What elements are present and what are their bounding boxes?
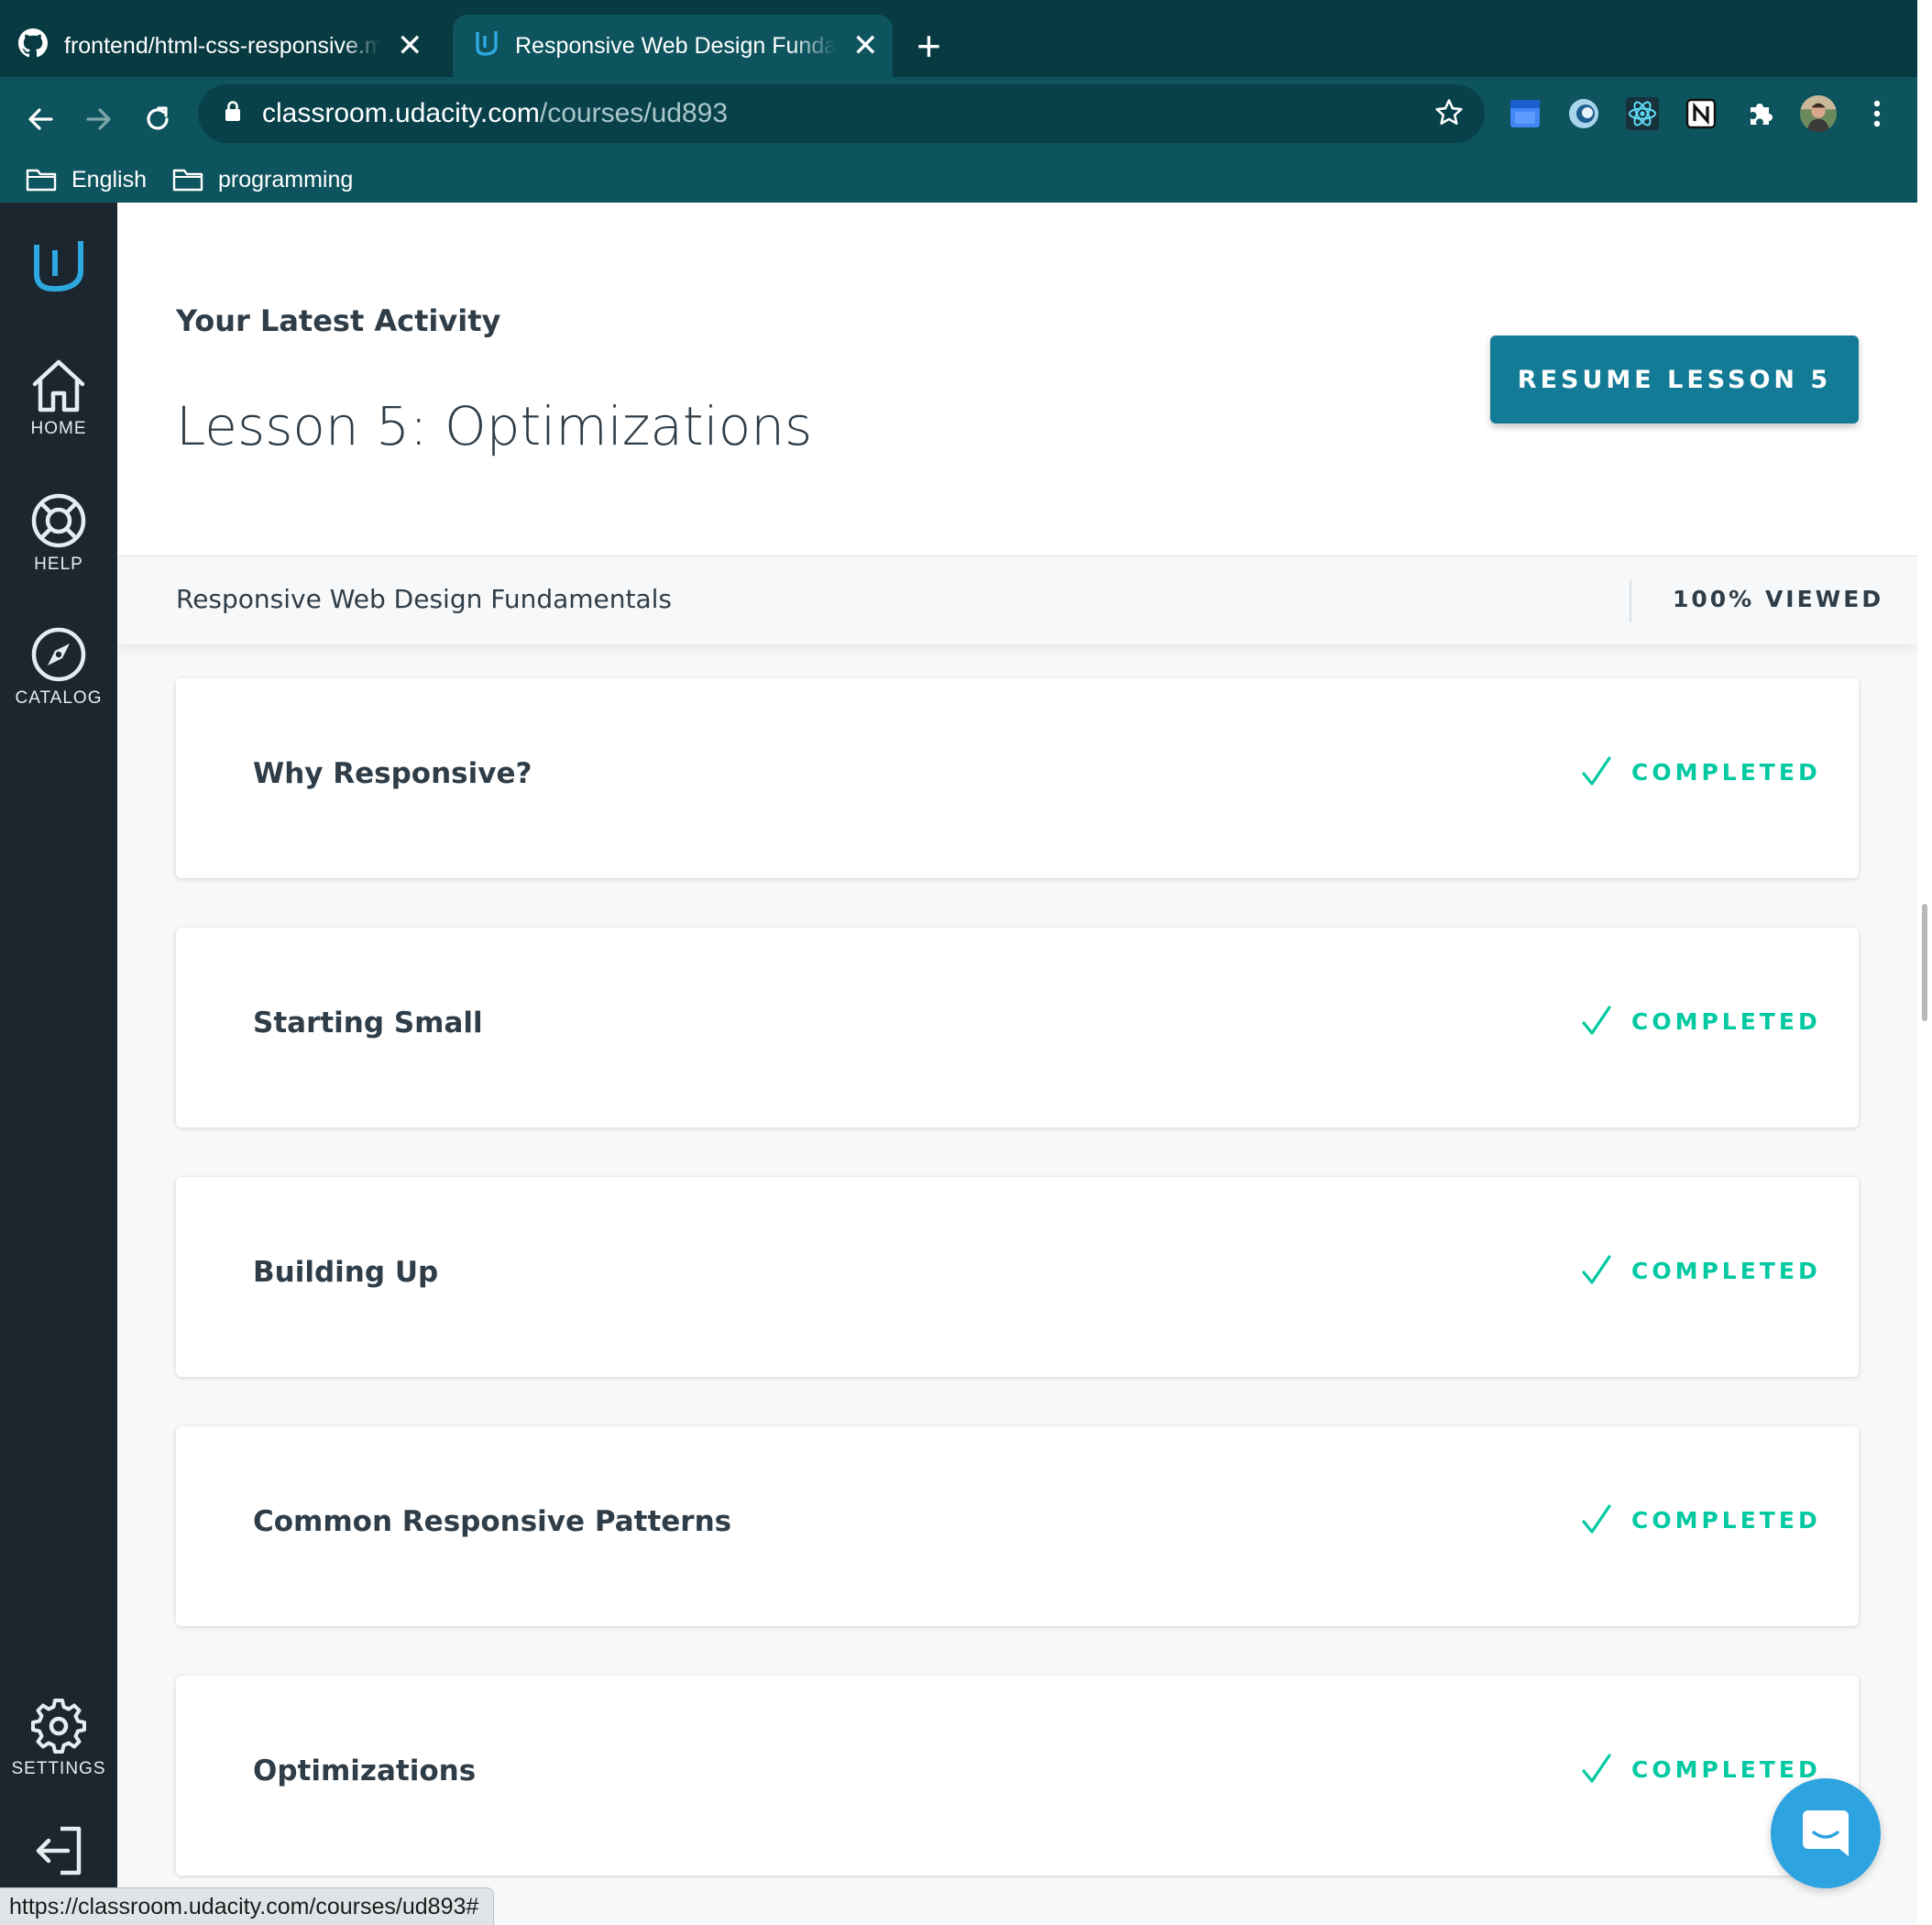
sidebar-item-label: HELP bbox=[34, 555, 83, 574]
notion-icon[interactable] bbox=[1683, 95, 1719, 132]
sidebar-item-label: CATALOG bbox=[15, 688, 103, 708]
main-content: Your Latest Activity Lesson 5: Optimizat… bbox=[117, 203, 1917, 1925]
sidebar-item-label: SETTINGS bbox=[11, 1759, 106, 1778]
checkmark-icon bbox=[1582, 1006, 1611, 1035]
url-path: /courses/ud893 bbox=[539, 98, 729, 128]
tab-title: Responsive Web Design Fundamentals bbox=[515, 32, 836, 59]
react-devtools-icon[interactable] bbox=[1624, 95, 1661, 132]
resume-lesson-button[interactable]: RESUME LESSON 5 bbox=[1490, 336, 1859, 424]
checkmark-icon bbox=[1582, 1255, 1611, 1284]
lesson-status-label: COMPLETED bbox=[1631, 1007, 1821, 1035]
compass-icon bbox=[31, 627, 86, 682]
latest-activity-panel: Your Latest Activity Lesson 5: Optimizat… bbox=[117, 203, 1917, 556]
lesson-title: Building Up bbox=[253, 1256, 439, 1289]
lesson-status: COMPLETED bbox=[1580, 1753, 1821, 1786]
lifebuoy-icon bbox=[31, 493, 86, 548]
bookmark-label: English bbox=[71, 166, 147, 192]
latest-lesson-title: Lesson 5: Optimizations bbox=[176, 395, 813, 457]
google-calendar-icon[interactable] bbox=[1507, 95, 1543, 132]
lesson-card[interactable]: Building Up COMPLETED bbox=[176, 1177, 1859, 1377]
lesson-status: COMPLETED bbox=[1580, 1254, 1821, 1287]
lesson-status-label: COMPLETED bbox=[1631, 758, 1821, 786]
chat-icon bbox=[1803, 1810, 1849, 1856]
udacity-logo-icon bbox=[34, 241, 83, 292]
sidebar-item-logout[interactable] bbox=[0, 1825, 117, 1882]
forward-button[interactable] bbox=[73, 94, 125, 145]
folder-icon bbox=[26, 169, 57, 192]
chat-launcher-button[interactable] bbox=[1771, 1778, 1881, 1888]
sidebar: HOME HELP CATALOG SETTINGS bbox=[0, 203, 117, 1925]
new-tab-button[interactable]: + bbox=[917, 20, 941, 72]
lesson-status-label: COMPLETED bbox=[1631, 1257, 1821, 1284]
udacity-icon bbox=[473, 28, 500, 64]
github-icon bbox=[18, 28, 48, 64]
tab-close-icon[interactable]: ✕ bbox=[852, 30, 879, 61]
lesson-status: COMPLETED bbox=[1580, 1503, 1821, 1536]
arrow-right-icon bbox=[86, 108, 111, 130]
lesson-status: COMPLETED bbox=[1580, 755, 1821, 788]
sidebar-item-help[interactable]: HELP bbox=[0, 492, 117, 575]
tab-github[interactable]: frontend/html-css-responsive.md ✕ bbox=[18, 15, 449, 77]
course-viewed-status: 100% VIEWED bbox=[1673, 586, 1884, 612]
logout-icon bbox=[36, 1826, 82, 1876]
puzzle-icon[interactable] bbox=[1741, 95, 1778, 132]
tab-close-icon[interactable]: ✕ bbox=[397, 30, 423, 61]
url-host: classroom.udacity.com bbox=[262, 98, 540, 128]
lesson-card[interactable]: Optimizations COMPLETED bbox=[176, 1676, 1859, 1876]
bookmark-folder-english[interactable]: English bbox=[26, 167, 147, 193]
address-bar[interactable]: classroom.udacity.com /courses/ud893 bbox=[198, 84, 1485, 143]
reload-icon bbox=[147, 106, 169, 130]
bookmarks-bar: English programming bbox=[0, 152, 353, 207]
lock-icon bbox=[224, 98, 242, 129]
bookmark-folder-programming[interactable]: programming bbox=[172, 167, 353, 193]
lesson-status-label: COMPLETED bbox=[1631, 1755, 1821, 1783]
bookmark-label: programming bbox=[218, 166, 354, 192]
home-icon bbox=[32, 359, 85, 412]
checkmark-icon bbox=[1582, 1754, 1611, 1783]
gear-icon bbox=[31, 1699, 86, 1754]
udacity-logo[interactable] bbox=[0, 236, 117, 302]
circle-extension-icon[interactable] bbox=[1565, 95, 1602, 132]
tab-title: frontend/html-css-responsive.md bbox=[64, 32, 380, 59]
tab-udacity[interactable]: Responsive Web Design Fundamentals ✕ bbox=[453, 15, 893, 77]
course-name: Responsive Web Design Fundamentals bbox=[176, 584, 672, 614]
lesson-status-label: COMPLETED bbox=[1631, 1506, 1821, 1534]
browser-toolbar: classroom.udacity.com /courses/ud893 Eng… bbox=[0, 77, 1917, 220]
lesson-card[interactable]: Why Responsive? COMPLETED bbox=[176, 678, 1859, 878]
arrow-left-icon bbox=[28, 108, 53, 130]
latest-activity-label: Your Latest Activity bbox=[176, 303, 501, 338]
back-button[interactable] bbox=[15, 94, 66, 145]
link-status-bubble: https://classroom.udacity.com/courses/ud… bbox=[0, 1887, 495, 1925]
lesson-title: Optimizations bbox=[253, 1754, 477, 1788]
browser-menu-icon[interactable] bbox=[1859, 95, 1895, 132]
lesson-card[interactable]: Starting Small COMPLETED bbox=[176, 928, 1859, 1128]
checkmark-icon bbox=[1582, 756, 1611, 786]
sidebar-item-settings[interactable]: SETTINGS bbox=[0, 1697, 117, 1779]
lesson-status: COMPLETED bbox=[1580, 1005, 1821, 1038]
bookmark-star-icon[interactable] bbox=[1433, 97, 1465, 136]
reload-button[interactable] bbox=[132, 94, 183, 145]
sidebar-item-catalog[interactable]: CATALOG bbox=[0, 626, 117, 709]
lesson-card[interactable]: Common Responsive Patterns COMPLETED bbox=[176, 1426, 1859, 1626]
lesson-title: Why Responsive? bbox=[253, 757, 532, 790]
folder-icon bbox=[172, 169, 203, 192]
sidebar-item-home[interactable]: HOME bbox=[0, 358, 117, 439]
scrollbar-thumb[interactable] bbox=[1922, 904, 1927, 1021]
profile-avatar[interactable] bbox=[1800, 95, 1837, 132]
lesson-title: Common Responsive Patterns bbox=[253, 1505, 732, 1538]
course-progress-bar: Responsive Web Design Fundamentals 100% … bbox=[117, 556, 1917, 644]
checkmark-icon bbox=[1582, 1504, 1611, 1534]
sidebar-item-label: HOME bbox=[30, 419, 87, 438]
browser-tab-strip: frontend/html-css-responsive.md ✕ Respon… bbox=[0, 0, 1917, 77]
lesson-title: Starting Small bbox=[253, 1006, 483, 1040]
divider bbox=[1630, 580, 1631, 622]
